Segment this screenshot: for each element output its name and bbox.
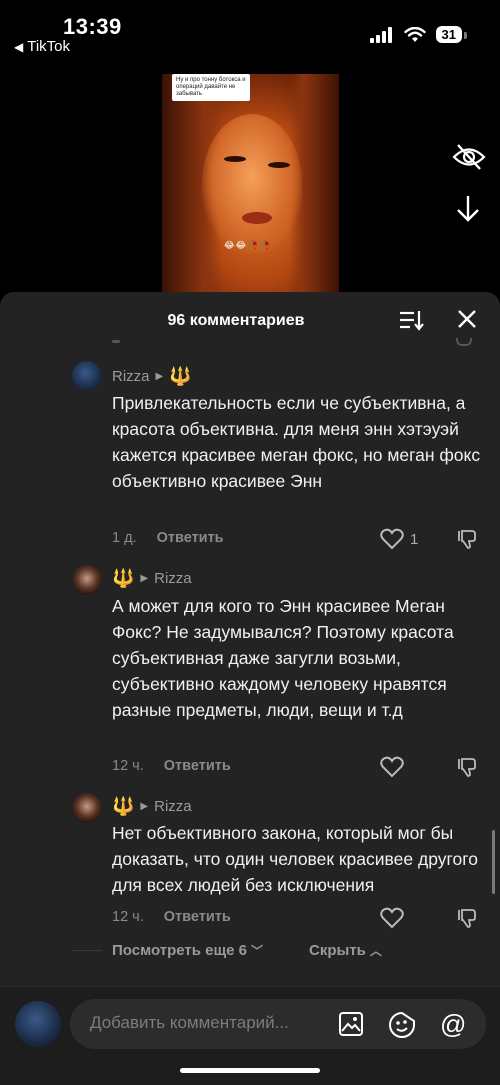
thumbs-down-icon [458,909,476,928]
mention-button[interactable]: @ [440,1009,466,1040]
username-text: Rizza [154,570,192,587]
comments-title: 96 комментариев [167,312,305,329]
replies-divider [72,950,102,951]
video-emoji-caption: 😂😂🥀🥀 [224,240,272,250]
hide-replies-button[interactable]: Скрыть ︿ [309,942,382,959]
comment-time: 12 ч. [112,909,144,925]
back-to-app-link[interactable]: ◀ TikTok [14,38,70,55]
reply-button[interactable]: Ответить [164,909,231,925]
at-icon: @ [440,1009,467,1039]
wifi-icon [403,26,426,42]
view-more-replies-button[interactable]: Посмотреть еще 6 ﹀ [112,942,263,959]
emoji-icon [389,1011,415,1038]
video-eye-left [224,156,246,162]
video-face [202,114,302,254]
cellular-signal-icon [369,26,392,43]
reply-button[interactable]: Ответить [157,530,224,546]
comment-text: Нет объективного закона, который мог бы … [112,823,478,895]
chevron-up-icon: ︿ [369,944,382,958]
download-button[interactable] [456,194,480,229]
heart-icon [380,756,404,778]
video-preview[interactable]: Ну и про тонну ботокса и операций давайт… [162,74,339,304]
sort-button[interactable] [398,308,424,337]
reply-button[interactable]: Ответить [164,758,231,774]
avatar[interactable] [72,361,102,391]
hide-eye-button[interactable] [452,142,486,177]
reply-arrow-icon: ▶ [155,371,164,382]
comment-time: 12 ч. [112,758,144,774]
scrollbar[interactable] [492,830,495,894]
avatar[interactable] [72,793,102,823]
comment-text: Привлекательность если че субъективна, а… [112,393,481,491]
trident-icon: 🔱 [112,796,135,816]
heart-icon [380,528,404,550]
image-button[interactable] [338,1011,364,1042]
comment-sticker: Ну и про тонну ботокса и операций давайт… [172,74,250,101]
status-time: 13:39 [63,14,122,39]
trident-icon: 🔱 [112,568,135,588]
like-count: 1 [410,530,419,548]
close-icon [458,310,476,328]
eye-slash-icon [452,144,486,170]
dislike-button[interactable] [456,907,478,934]
status-icons: 31 [369,26,468,43]
comment-meta: 1 д. Ответить [112,530,224,546]
comment-time: 1 д. [112,530,137,546]
current-user-avatar[interactable] [15,1001,61,1047]
video-lips [242,212,272,224]
close-button[interactable] [456,308,478,335]
cutoff-fragment [112,340,120,343]
like-button[interactable] [380,756,404,783]
trident-icon: 🔱 [169,366,192,386]
heart-icon [380,907,404,929]
dislike-button[interactable] [456,756,478,783]
back-app-label: TikTok [27,38,71,55]
hide-label: Скрыть [309,942,366,959]
comment-text: А может для кого то Энн красивее Меган Ф… [112,596,454,720]
cutoff-fragment-icon [456,338,472,346]
comment-username[interactable]: 🔱 ▶ Rizza [112,796,192,817]
view-more-label: Посмотреть еще 6 [112,942,248,959]
comment-username[interactable]: 🔱 ▶ Rizza [112,568,192,589]
battery-indicator: 31 [435,26,468,43]
like-button[interactable]: 1 [380,528,418,550]
like-button[interactable] [380,907,404,934]
reply-arrow-icon: ▶ [140,801,149,812]
comment-input[interactable]: Добавить комментарий... @ [70,999,486,1049]
sort-icon [400,311,424,331]
chevron-down-icon: ﹀ [251,944,264,958]
avatar[interactable] [72,565,102,595]
username-text: Rizza [112,368,150,385]
thumbs-down-icon [458,530,476,549]
video-eye-right [268,162,290,168]
comment-input-placeholder: Добавить комментарий... [90,1013,289,1032]
comment-meta: 12 ч. Ответить [112,909,231,925]
reply-arrow-icon: ▶ [140,573,149,584]
comment-username[interactable]: Rizza ▶ 🔱 [112,366,192,387]
comment-meta: 12 ч. Ответить [112,758,231,774]
thumbs-down-icon [458,758,476,777]
home-indicator [180,1068,320,1073]
dislike-button[interactable] [456,528,478,555]
back-arrow-icon: ◀ [14,39,24,54]
image-icon [339,1012,363,1036]
emoji-button[interactable] [388,1011,416,1044]
download-arrow-icon [457,196,479,222]
username-text: Rizza [154,798,192,815]
